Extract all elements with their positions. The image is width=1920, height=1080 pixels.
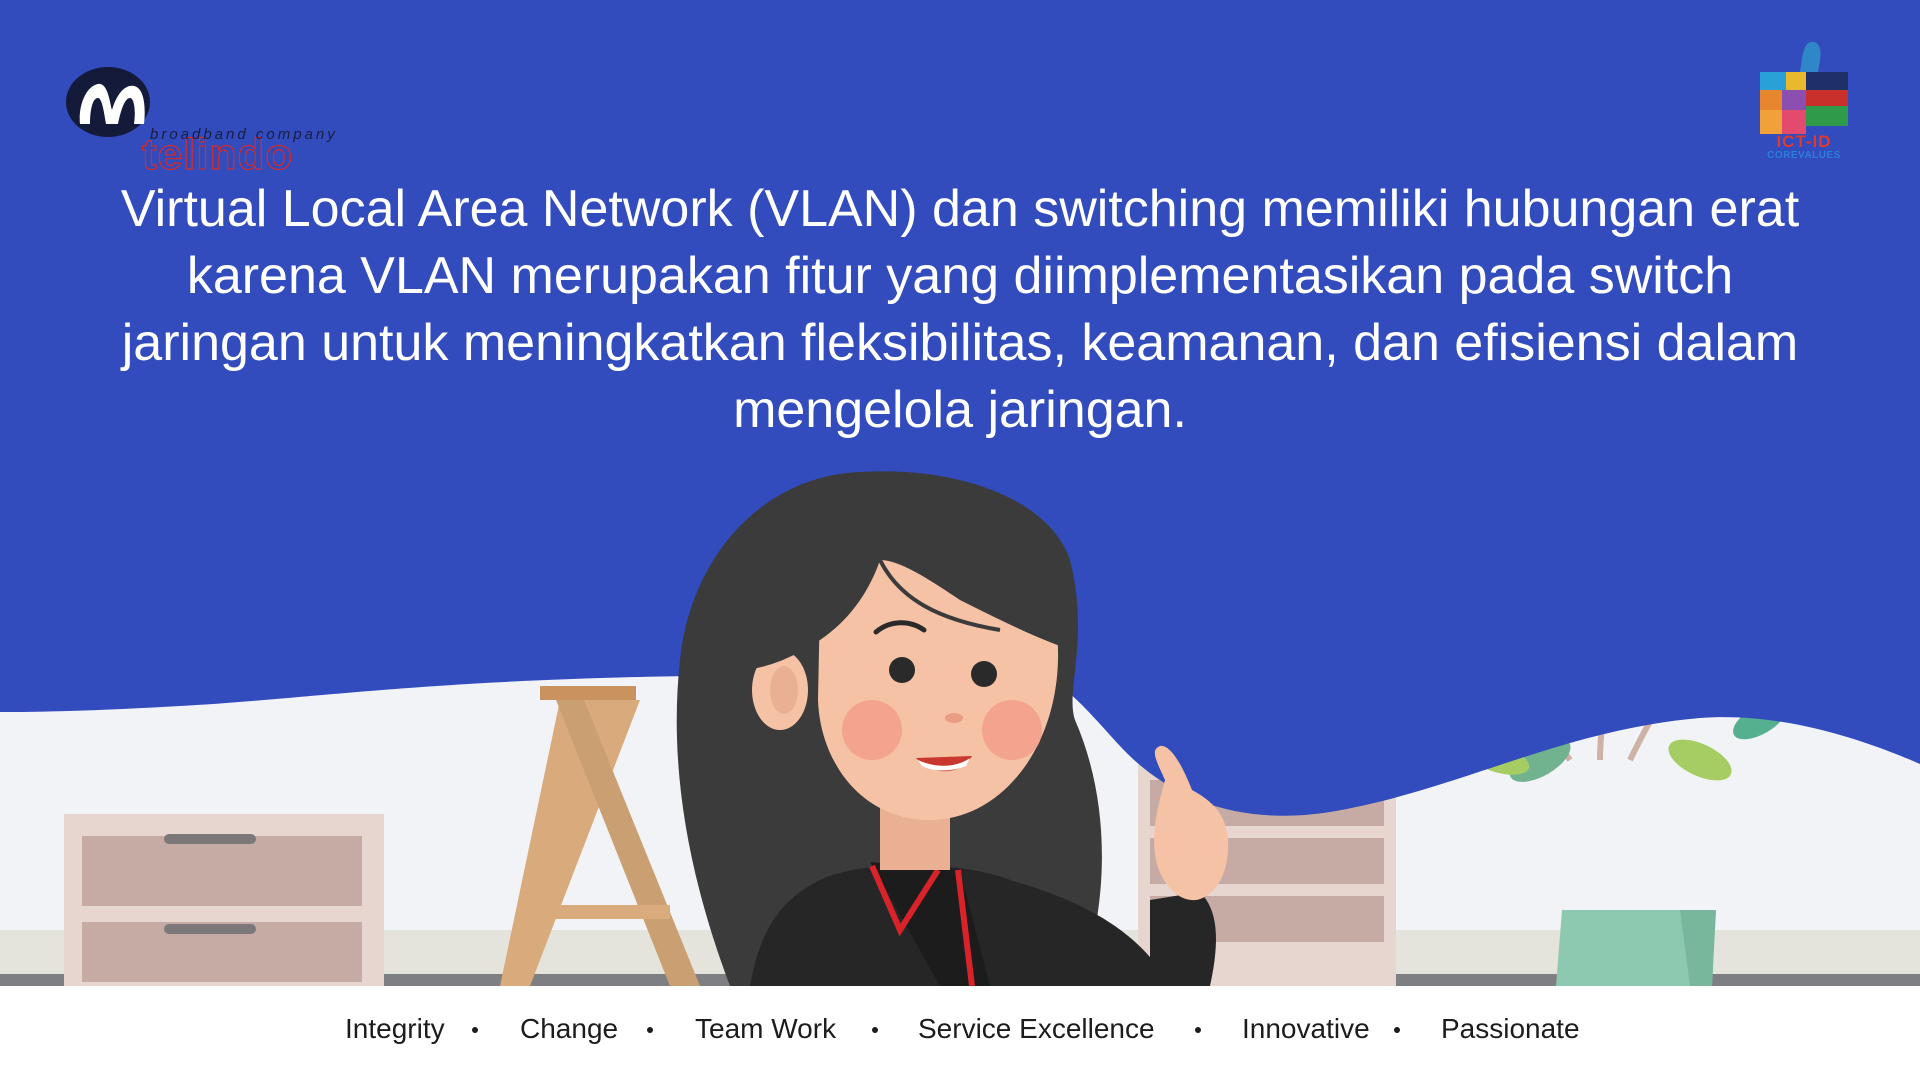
value-team-work: Team Work — [695, 1013, 837, 1044]
logo-tagline: broadband company — [150, 126, 338, 143]
value-integrity: Integrity — [345, 1013, 445, 1044]
headline-text: Virtual Local Area Network (VLAN) dan sw… — [120, 180, 1800, 439]
value-service-excellence: Service Excellence — [918, 1013, 1155, 1044]
separator-dot — [647, 1027, 653, 1033]
separator-dot — [872, 1027, 878, 1033]
separator-dot — [472, 1027, 478, 1033]
left-cabinet — [64, 814, 384, 986]
value-innovative: Innovative — [1242, 1013, 1370, 1044]
separator-dot — [1394, 1027, 1400, 1033]
value-change: Change — [520, 1013, 619, 1044]
value-passionate: Passionate — [1441, 1013, 1580, 1044]
thumbs-up-puzzle-icon — [1760, 41, 1848, 134]
badge-subtitle: COREVALUES — [1767, 150, 1841, 161]
moratelindo-logo: Mora telindo broadband company — [66, 58, 376, 180]
separator-dot — [1195, 1027, 1201, 1033]
badge-title: ICT-ID — [1776, 132, 1832, 151]
core-values-badge: ICT-ID COREVALUES — [1756, 38, 1852, 168]
values-bar: Integrity Change Team Work Service Excel… — [0, 1013, 1920, 1047]
